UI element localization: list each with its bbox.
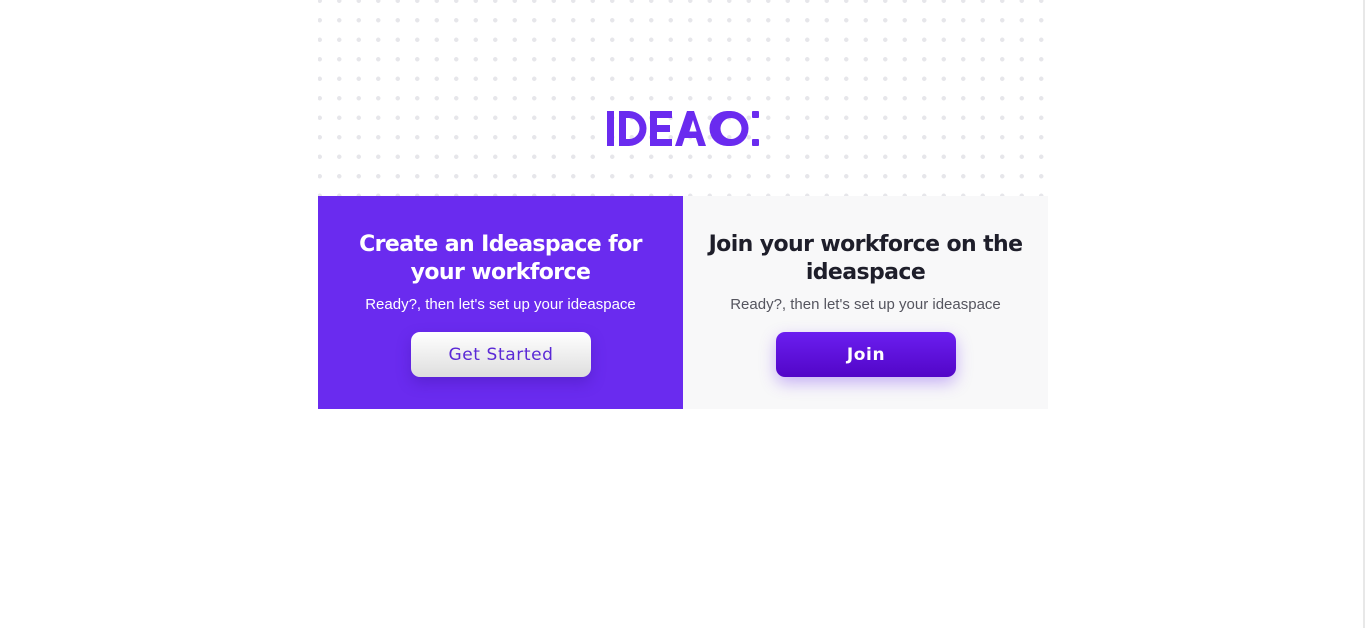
join-panel-title: Join your workforce on the ideaspace	[708, 232, 1023, 285]
join-button[interactable]: Join	[776, 332, 956, 377]
join-panel-subtitle: Ready?, then let's set up your ideaspace	[730, 296, 1001, 313]
page: Create an Ideaspace for your workforce R…	[0, 0, 1365, 628]
create-panel-subtitle: Ready?, then let's set up your ideaspace	[365, 296, 636, 313]
dot-pattern-header	[318, 0, 1048, 196]
get-started-button[interactable]: Get Started	[411, 332, 591, 377]
onboarding-card: Create an Ideaspace for your workforce R…	[318, 0, 1048, 409]
create-panel-title: Create an Ideaspace for your workforce	[359, 232, 642, 285]
join-ideaspace-panel: Join your workforce on the ideaspace Rea…	[683, 196, 1048, 409]
onboarding-panels: Create an Ideaspace for your workforce R…	[318, 196, 1048, 409]
ideaco-logo	[607, 111, 759, 146]
create-ideaspace-panel: Create an Ideaspace for your workforce R…	[318, 196, 683, 409]
